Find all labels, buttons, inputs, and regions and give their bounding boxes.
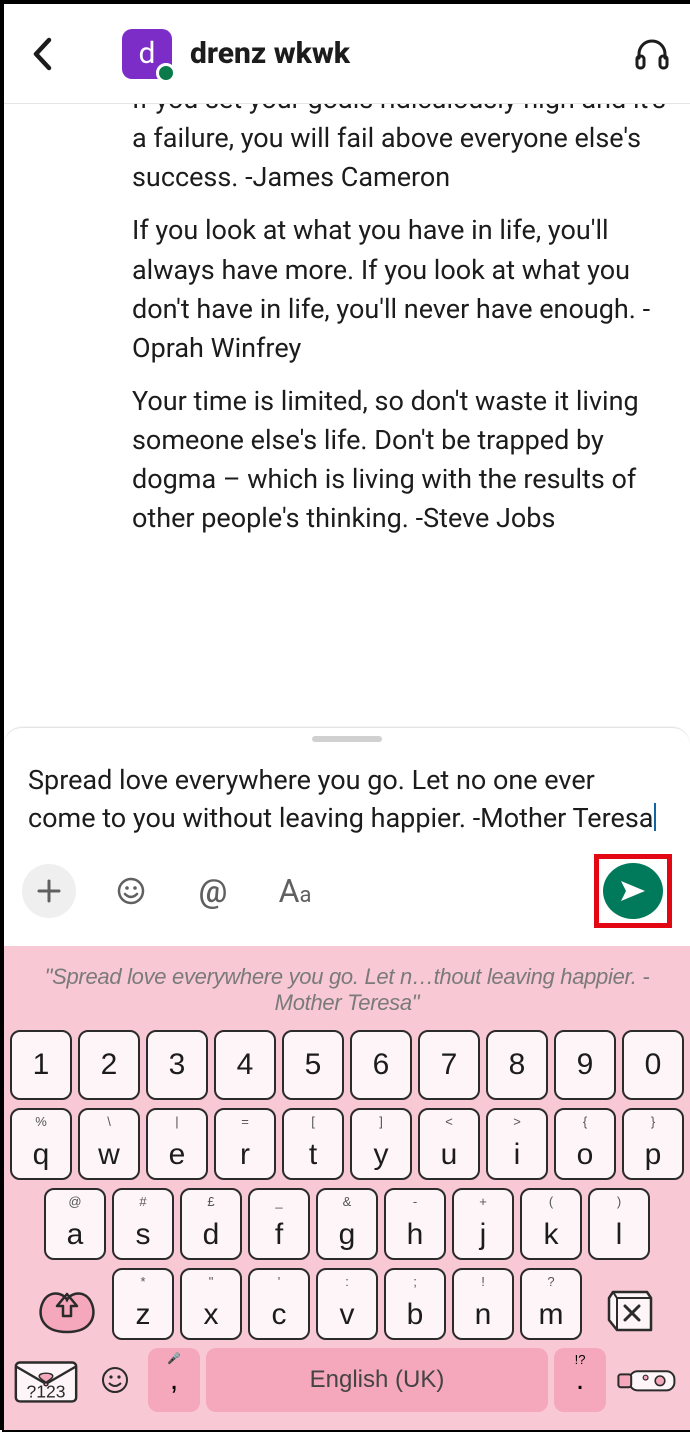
key-h[interactable]: -h [384,1188,446,1260]
qwerty-row: %q \w |e =r [t ]y <u >i {o }p [10,1108,684,1180]
key-3[interactable]: 3 [146,1030,208,1100]
mention-button[interactable]: @ [186,864,240,918]
headphones-icon [634,36,670,72]
key-r[interactable]: =r [214,1108,276,1180]
back-button[interactable] [22,37,62,71]
chevron-left-icon [31,37,53,71]
smile-icon [100,1365,130,1395]
key-q[interactable]: %q [10,1108,72,1180]
bottom-row: ?123 🎤, English (UK) !?. [10,1348,684,1412]
key-e[interactable]: |e [146,1108,208,1180]
contact-name[interactable]: drenz wkwk [190,36,632,71]
envelope-symbols-icon: ?123 [10,1352,82,1408]
comma-key[interactable]: 🎤, [148,1348,200,1412]
key-v[interactable]: :v [316,1268,378,1340]
message-text: Your time is limited, so don't waste it … [132,382,670,539]
conversation-header: d drenz wkwk [4,4,690,104]
key-2[interactable]: 2 [78,1030,140,1100]
key-c[interactable]: 'c [248,1268,310,1340]
message-composer: Spread love everywhere you go. Let no on… [4,727,690,946]
key-a[interactable]: @a [44,1188,106,1260]
formatting-icon: Aa [279,872,312,910]
plus-icon [36,878,62,904]
key-s[interactable]: #s [112,1188,174,1260]
symbols-key[interactable]: ?123 [10,1348,82,1412]
avatar[interactable]: d [122,29,172,79]
key-1[interactable]: 1 [10,1030,72,1100]
key-8[interactable]: 8 [486,1030,548,1100]
key-6[interactable]: 6 [350,1030,412,1100]
space-key[interactable]: English (UK) [206,1348,548,1412]
key-g[interactable]: &g [316,1188,378,1260]
message-text: If you look at what you have in life, yo… [132,211,670,368]
key-i[interactable]: >i [486,1108,548,1180]
key-m[interactable]: ?m [520,1268,582,1340]
key-l[interactable]: )l [588,1188,650,1260]
key-9[interactable]: 9 [554,1030,616,1100]
emoji-key[interactable] [88,1348,142,1412]
backspace-key[interactable] [588,1276,666,1340]
key-w[interactable]: \w [78,1108,140,1180]
key-x[interactable]: "x [180,1268,242,1340]
key-7[interactable]: 7 [418,1030,480,1100]
emoji-button[interactable] [104,864,158,918]
svg-text:?123: ?123 [27,1382,66,1402]
zxcv-row: *z "x 'c :v ;b !n ?m [10,1268,684,1340]
key-f[interactable]: _f [248,1188,310,1260]
key-n[interactable]: !n [452,1268,514,1340]
key-k[interactable]: (k [520,1188,582,1260]
number-row: 1 2 3 4 5 6 7 8 9 0 [10,1030,684,1100]
formatting-button[interactable]: Aa [268,864,322,918]
huddle-button[interactable] [632,36,672,72]
highlight-box [594,854,672,928]
enter-key[interactable] [612,1348,684,1412]
key-u[interactable]: <u [418,1108,480,1180]
key-t[interactable]: [t [282,1108,344,1180]
message-text: If you set your goals ridiculously high … [132,104,670,197]
virtual-keyboard: "Spread love everywhere you go. Let n…th… [4,946,690,1430]
peach-shift-icon [31,1276,103,1340]
period-key[interactable]: !?. [554,1348,606,1412]
key-d[interactable]: £d [180,1188,242,1260]
message-input[interactable]: Spread love everywhere you go. Let no on… [4,744,690,844]
composer-toolbar: @ Aa [4,844,690,946]
key-5[interactable]: 5 [282,1030,344,1100]
send-icon [619,879,647,903]
send-button[interactable] [603,863,663,919]
drag-handle[interactable] [312,736,382,742]
message-list[interactable]: If you set your goals ridiculously high … [4,104,690,727]
shift-key[interactable] [28,1276,106,1340]
smile-icon [116,876,146,906]
key-j[interactable]: +j [452,1188,514,1260]
attach-button[interactable] [22,864,76,918]
bottle-enter-icon [612,1355,684,1405]
key-y[interactable]: ]y [350,1108,412,1180]
key-b[interactable]: ;b [384,1268,446,1340]
key-0[interactable]: 0 [622,1030,684,1100]
key-o[interactable]: {o [554,1108,616,1180]
draft-text: Spread love everywhere you go. Let no on… [28,764,653,834]
key-4[interactable]: 4 [214,1030,276,1100]
milk-backspace-icon [591,1276,663,1340]
key-z[interactable]: *z [112,1268,174,1340]
keyboard-suggestion[interactable]: "Spread love everywhere you go. Let n…th… [10,956,684,1030]
asdf-row: @a #s £d _f &g -h +j (k )l [10,1188,684,1260]
presence-indicator [156,63,176,83]
key-p[interactable]: }p [622,1108,684,1180]
text-cursor [654,803,656,831]
